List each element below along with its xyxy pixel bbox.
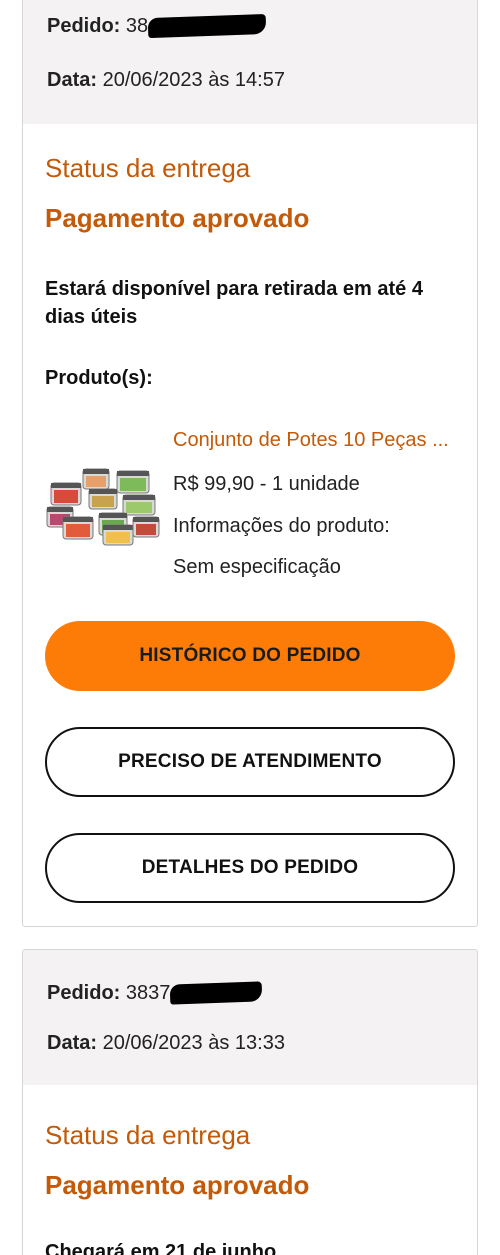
order-card: Pedido: 3837 Data: 20/06/2023 às 13:33 S… <box>22 949 478 1255</box>
order-date: Data: 20/06/2023 às 13:33 <box>47 1032 285 1055</box>
availability-text: Estará disponível para retirada em até 4… <box>45 278 423 328</box>
order-number-label: Pedido: <box>47 15 121 37</box>
order-history-button[interactable]: HISTÓRICO DO PEDIDO <box>45 621 455 691</box>
order-number: Pedido: 3837 <box>47 981 263 1005</box>
orders-page: Pedido: 38 Data: 20/06/2023 às 14:57 Sta… <box>0 0 500 1255</box>
redaction-mark <box>147 13 267 39</box>
order-number-value: 3837 <box>125 982 171 1004</box>
order-number-value: 38 <box>125 15 149 37</box>
need-support-button[interactable]: PRECISO DE ATENDIMENTO <box>45 727 455 797</box>
order-details-button[interactable]: DETALHES DO PEDIDO <box>45 833 455 903</box>
order-number-label: Pedido: <box>47 982 121 1004</box>
product-name-link[interactable]: Conjunto de Potes 10 Peças ... <box>173 429 449 452</box>
product-info-value: Sem especificação <box>173 556 341 578</box>
order-header: Pedido: 38 Data: 20/06/2023 às 14:57 <box>23 0 477 124</box>
delivery-status-title: Status da entrega <box>45 1120 251 1150</box>
order-header: Pedido: 3837 Data: 20/06/2023 às 13:33 <box>23 950 477 1085</box>
redaction-mark <box>170 981 263 1005</box>
order-card: Pedido: 38 Data: 20/06/2023 às 14:57 Sta… <box>22 0 478 927</box>
product-info-label: Informações do produto: <box>173 515 390 537</box>
order-date-label: Data: <box>47 1032 98 1054</box>
order-date: Data: 20/06/2023 às 14:57 <box>47 69 285 92</box>
products-label: Produto(s): <box>45 367 153 389</box>
delivery-status-value: Pagamento aprovado <box>45 1170 310 1200</box>
order-date-value: 20/06/2023 às 14:57 <box>102 69 285 91</box>
order-date-label: Data: <box>47 69 98 91</box>
food-containers-image[interactable] <box>45 467 163 547</box>
order-date-value: 20/06/2023 às 13:33 <box>102 1032 285 1054</box>
delivery-status-value: Pagamento aprovado <box>45 203 310 233</box>
availability-text: Chegará em 21 de junho <box>45 1241 277 1255</box>
product-price-quantity: R$ 99,90 - 1 unidade <box>173 473 360 495</box>
order-number: Pedido: 38 <box>47 13 267 39</box>
delivery-status-title: Status da entrega <box>45 153 251 183</box>
